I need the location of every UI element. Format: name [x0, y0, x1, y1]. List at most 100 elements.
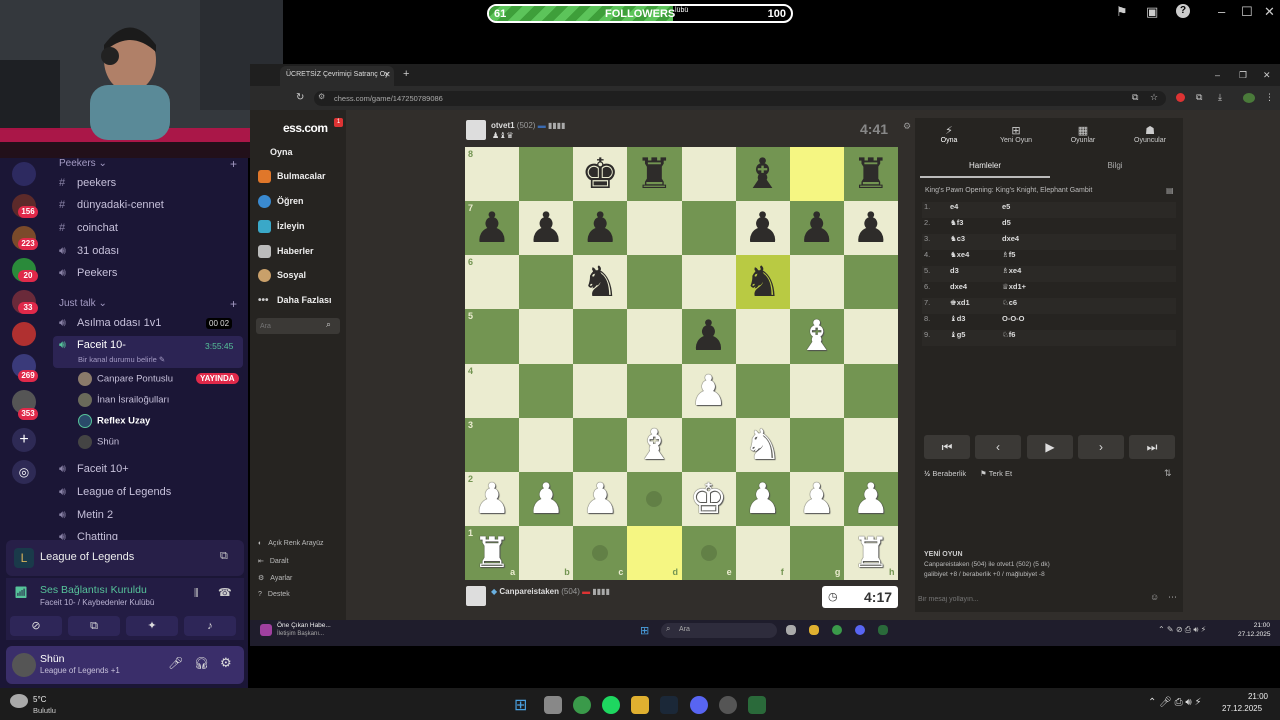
tab-info[interactable]: Bilgi: [1050, 154, 1180, 178]
square-f4[interactable]: [735, 363, 790, 418]
square-d6[interactable]: [627, 255, 682, 310]
site-info-icon[interactable]: ⚙: [318, 92, 325, 101]
task-view-icon[interactable]: [544, 696, 562, 714]
notification-badge[interactable]: 1: [334, 118, 343, 127]
last-move-button[interactable]: ⏭: [1129, 435, 1175, 459]
square-c4[interactable]: [573, 363, 628, 418]
add-server-icon[interactable]: +: [12, 428, 36, 452]
square-h4[interactable]: [843, 363, 898, 418]
restore-icon[interactable]: ❐: [1239, 70, 1247, 81]
white-pawn-piece[interactable]: ♟: [465, 472, 519, 526]
profile-avatar[interactable]: [1243, 93, 1255, 103]
square-g8[interactable]: [789, 147, 844, 202]
white-move[interactable]: e4: [950, 202, 958, 211]
weather-temp[interactable]: 5°C: [33, 695, 46, 704]
chat-input[interactable]: [918, 592, 1144, 606]
white-move[interactable]: ♞f3: [950, 218, 963, 227]
opponent-avatar[interactable]: [466, 120, 486, 140]
nav-social[interactable]: Sosyal: [258, 269, 306, 282]
white-pawn-piece[interactable]: ♟: [573, 472, 627, 526]
black-pawn-piece[interactable]: ♟: [519, 201, 573, 255]
square-e3[interactable]: [681, 417, 736, 472]
server-icon[interactable]: [12, 162, 36, 186]
headphones-icon[interactable]: 🎧︎: [194, 656, 209, 670]
black-move[interactable]: ♗xe4: [1002, 266, 1021, 275]
black-knight-piece[interactable]: ♞: [736, 255, 790, 309]
help-icon[interactable]: ?: [1176, 4, 1190, 18]
white-king-piece[interactable]: ♚: [682, 472, 736, 526]
square-a4[interactable]: [465, 363, 520, 418]
resign-button[interactable]: ⚑ Terk Et: [980, 469, 1012, 478]
taskbar-search[interactable]: Ara: [661, 623, 777, 638]
voice-location[interactable]: Faceit 10- / Kaybedenler Kulübü: [40, 598, 154, 607]
square-b4[interactable]: [519, 363, 574, 418]
square-f5[interactable]: [735, 309, 790, 364]
discord-icon[interactable]: [690, 696, 708, 714]
voice-user[interactable]: Shün: [78, 435, 119, 449]
search-icon[interactable]: ⌕: [326, 319, 331, 330]
square-h6[interactable]: [843, 255, 898, 310]
black-pawn-piece[interactable]: ♟: [465, 201, 519, 255]
black-move[interactable]: d5: [1002, 218, 1011, 227]
white-move[interactable]: dxe4: [950, 282, 967, 291]
channel-status[interactable]: Bir kanal durumu belirle ✎: [78, 355, 165, 364]
windows-start-icon[interactable]: ⊞: [640, 624, 649, 637]
nav-play[interactable]: Oyna: [270, 147, 293, 157]
soundboard-button[interactable]: ♪: [184, 616, 236, 636]
bookmark-star-icon[interactable]: ☆: [1150, 92, 1158, 103]
square-b5[interactable]: [519, 309, 574, 364]
white-knight-piece[interactable]: ♞: [736, 418, 790, 472]
task-view-icon[interactable]: [786, 625, 796, 635]
minimize-icon[interactable]: –: [1215, 70, 1220, 80]
category-just-talk[interactable]: Just talk ⌄: [59, 298, 107, 309]
nav-news[interactable]: Haberler: [258, 245, 314, 258]
white-move[interactable]: ♝d3: [950, 314, 965, 323]
server-icon[interactable]: [12, 322, 36, 346]
nav-watch[interactable]: İzleyin: [258, 220, 305, 233]
news-icon[interactable]: [260, 624, 272, 636]
square-e8[interactable]: [681, 147, 736, 202]
steam-icon[interactable]: [660, 696, 678, 714]
white-pawn-piece[interactable]: ♟: [736, 472, 790, 526]
activities-button[interactable]: ✦: [126, 616, 178, 636]
url-bar[interactable]: chess.com/game/147250789086: [314, 91, 1166, 106]
discord-icon[interactable]: [855, 625, 865, 635]
white-move[interactable]: ♝g5: [950, 330, 965, 339]
light-theme-toggle[interactable]: ◐ Açık Renk Arayüz: [258, 540, 323, 547]
tray-icons[interactable]: ⌃ 🎤︎ ⎙ 🔊︎ ⚡︎: [1148, 697, 1202, 708]
move-hint-dot[interactable]: [700, 544, 717, 561]
app-icon[interactable]: [878, 625, 888, 635]
white-pawn-piece[interactable]: ♟: [844, 472, 898, 526]
screen-icon[interactable]: ▣: [1146, 4, 1158, 20]
text-channel[interactable]: # coinchat: [59, 222, 118, 234]
menu-icon[interactable]: ⋮: [1265, 92, 1274, 103]
white-pawn-piece[interactable]: ♟: [790, 472, 844, 526]
black-rook-piece[interactable]: ♜: [627, 147, 681, 201]
more-icon[interactable]: ⋯: [1168, 592, 1177, 603]
voice-user[interactable]: Canpare Pontuslu: [78, 372, 173, 386]
reload-icon[interactable]: ↻: [296, 92, 304, 103]
square-b8[interactable]: [519, 147, 574, 202]
chrome-icon[interactable]: [573, 696, 591, 714]
close-icon[interactable]: ✕: [1263, 70, 1271, 81]
obs-icon[interactable]: [719, 696, 737, 714]
first-move-button[interactable]: ⏮: [924, 435, 970, 459]
white-move[interactable]: ♞c3: [950, 234, 965, 243]
voice-channel[interactable]: 🔊︎ Peekers: [59, 267, 117, 280]
extension-icon[interactable]: [1176, 93, 1185, 102]
discover-icon[interactable]: ◎: [12, 460, 36, 484]
tab-moves[interactable]: Hamleler: [920, 154, 1050, 178]
black-pawn-piece[interactable]: ♟: [844, 201, 898, 255]
nav-learn[interactable]: Öğren: [258, 195, 304, 208]
tab-new-game[interactable]: ⊞ Yeni Oyun: [991, 124, 1041, 144]
chess-board[interactable]: ♚ ♜ ♝ ♜ 8 ♟ ♟ ♟ ♟ ♟ ♟ 7 ♞ ♞ 6 ♟ ♝ 5 ♟ 4 ♝ ♞ 3 ♟ ♟ ♟ ♚ ♟ ♟ ♟ 2 ♜ ♜ 1 a b c d e f…: [465, 147, 898, 580]
black-move[interactable]: dxe4: [1002, 234, 1019, 243]
camera-off-button[interactable]: ⊘: [10, 616, 62, 636]
black-move[interactable]: e5: [1002, 202, 1010, 211]
white-pawn-piece[interactable]: ♟: [682, 364, 736, 418]
opponent-info[interactable]: otvet1 (502) ▬ ▮▮▮▮: [491, 121, 566, 130]
collapse-toggle[interactable]: ⇤ Daralt: [258, 557, 289, 565]
settings-link[interactable]: ⚙ Ayarlar: [258, 574, 292, 582]
white-move[interactable]: ♞xe4: [950, 250, 969, 259]
black-move[interactable]: ♘c6: [1002, 298, 1017, 307]
